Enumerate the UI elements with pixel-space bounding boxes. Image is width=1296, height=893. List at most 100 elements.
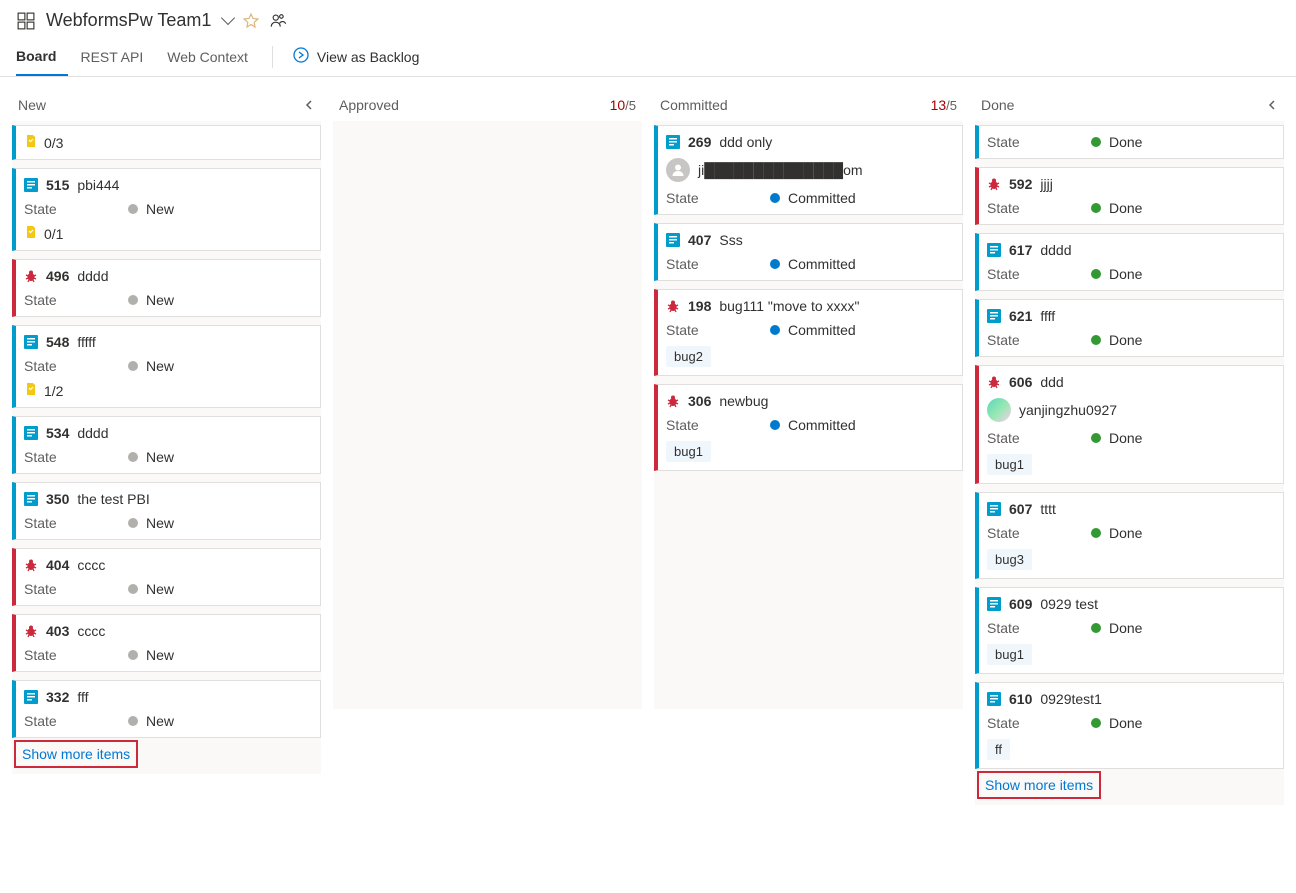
- work-item-card[interactable]: 607ttttStateDonebug3: [975, 492, 1284, 579]
- tag[interactable]: bug1: [666, 441, 711, 462]
- work-item-id: 496: [46, 268, 69, 284]
- work-item-card[interactable]: 407SssStateCommitted: [654, 223, 963, 281]
- work-item-title: jjjj: [1040, 176, 1052, 192]
- task-checklist-icon: [24, 134, 38, 151]
- state-value: Committed: [788, 322, 856, 338]
- tab-bar: Board REST API Web Context View as Backl…: [0, 37, 1296, 77]
- work-item-id: 609: [1009, 596, 1032, 612]
- work-item-id: 269: [688, 134, 711, 150]
- state-dot-icon: [128, 204, 138, 214]
- work-item-card[interactable]: 198bug111 "move to xxxx"StateCommittedbu…: [654, 289, 963, 376]
- work-item-card[interactable]: 609 0929 test StateDone bug1: [975, 587, 1284, 674]
- favorite-star-icon[interactable]: [243, 13, 259, 29]
- work-item-title: newbug: [719, 393, 768, 409]
- tag[interactable]: bug3: [987, 549, 1032, 570]
- show-more-new[interactable]: Show more items: [16, 742, 136, 766]
- work-item-card[interactable]: StateDone: [975, 125, 1284, 159]
- work-item-card[interactable]: 269ddd onlyji██████████████omStateCommit…: [654, 125, 963, 215]
- state-row: StateDone: [987, 332, 1273, 348]
- work-item-title: the test PBI: [77, 491, 149, 507]
- tasks-rollup[interactable]: 0/1: [24, 225, 310, 242]
- state-dot-icon: [1091, 137, 1101, 147]
- column-title: Committed: [660, 97, 728, 113]
- work-item-id: 606: [1009, 374, 1032, 390]
- work-item-card[interactable]: 548fffffStateNew1/2: [12, 325, 321, 408]
- team-icon: [16, 11, 36, 31]
- state-row: StateNew: [24, 449, 310, 465]
- state-row: StateDone: [987, 620, 1273, 636]
- work-item-card[interactable]: 534ddddStateNew: [12, 416, 321, 474]
- work-item-card[interactable]: 6100929test1StateDoneff: [975, 682, 1284, 769]
- work-item-title: bug111 "move to xxxx": [719, 298, 859, 314]
- chevron-down-icon[interactable]: [221, 10, 235, 24]
- state-value: Committed: [788, 256, 856, 272]
- state-value: Done: [1109, 430, 1142, 446]
- work-item-card[interactable]: 617ddddStateDone: [975, 233, 1284, 291]
- tasks-rollup[interactable]: 0/3: [24, 134, 310, 151]
- card-title-row: 592jjjj: [987, 176, 1273, 192]
- work-item-card[interactable]: 515pbi444StateNew0/1: [12, 168, 321, 251]
- tab-rest-api[interactable]: REST API: [80, 39, 155, 75]
- card-title-row: 496dddd: [24, 268, 310, 284]
- tag[interactable]: bug1: [987, 454, 1032, 475]
- work-item-card[interactable]: 496dddd State New: [12, 259, 321, 317]
- work-item-title: 0929 test: [1040, 596, 1098, 612]
- view-as-backlog-label: View as Backlog: [317, 49, 419, 65]
- work-item-id: 548: [46, 334, 69, 350]
- work-item-title: ddd only: [719, 134, 772, 150]
- state-label: State: [987, 525, 1083, 541]
- wip-count: 10: [610, 97, 626, 113]
- work-item-card[interactable]: 403cccc StateNew: [12, 614, 321, 672]
- state-row: StateDone: [987, 200, 1273, 216]
- work-item-card[interactable]: 621ffffStateDone: [975, 299, 1284, 357]
- state-row: StateCommitted: [666, 322, 952, 338]
- show-more-done[interactable]: Show more items: [979, 773, 1099, 797]
- work-item-card[interactable]: 606dddyanjingzhu0927StateDonebug1: [975, 365, 1284, 484]
- tab-web-context[interactable]: Web Context: [167, 39, 260, 75]
- tasks-rollup[interactable]: 1/2: [24, 382, 310, 399]
- pbi-icon: [24, 178, 38, 192]
- state-value: New: [146, 292, 174, 308]
- work-item-card[interactable]: 332fffStateNew: [12, 680, 321, 738]
- tab-board[interactable]: Board: [16, 38, 68, 76]
- work-item-card[interactable]: 404ccccStateNew: [12, 548, 321, 606]
- card-title-row: 407Sss: [666, 232, 952, 248]
- state-row: StateNew: [24, 647, 310, 663]
- state-value: Committed: [788, 417, 856, 433]
- state-value: Committed: [788, 190, 856, 206]
- card-title-row: 403cccc: [24, 623, 310, 639]
- state-row: StateDone: [987, 525, 1273, 541]
- column-header-new: New: [12, 89, 321, 121]
- work-item-card[interactable]: 306newbugStateCommittedbug1: [654, 384, 963, 471]
- tag[interactable]: ff: [987, 739, 1010, 760]
- team-name[interactable]: WebformsPw Team1: [46, 10, 211, 31]
- tag[interactable]: bug2: [666, 346, 711, 367]
- card-title-row: 269 ddd only: [666, 134, 952, 150]
- column-new: New 0/3515pbi444StateNew0/1496ddddStateN…: [12, 89, 321, 774]
- state-row: StateDone: [987, 134, 1273, 150]
- state-row: StateNew: [24, 713, 310, 729]
- pbi-icon: [987, 597, 1001, 611]
- state-label: State: [24, 292, 120, 308]
- work-item-card[interactable]: 592jjjj StateDone: [975, 167, 1284, 225]
- card-title-row: 617dddd: [987, 242, 1273, 258]
- assignee-row[interactable]: yanjingzhu0927: [987, 398, 1273, 422]
- view-as-backlog-button[interactable]: View as Backlog: [281, 37, 431, 76]
- pbi-icon: [987, 243, 1001, 257]
- work-item-id: 332: [46, 689, 69, 705]
- state-label: State: [987, 430, 1083, 446]
- assignee-row[interactable]: ji██████████████om: [666, 158, 952, 182]
- work-item-card[interactable]: 0/3: [12, 125, 321, 160]
- add-member-icon[interactable]: [269, 12, 287, 30]
- tags-row: bug1: [987, 644, 1273, 665]
- collapse-column-icon[interactable]: [1266, 99, 1278, 111]
- work-item-id: 404: [46, 557, 69, 573]
- state-label: State: [666, 417, 762, 433]
- collapse-column-icon[interactable]: [303, 99, 315, 111]
- arrow-right-circle-icon: [293, 47, 309, 66]
- state-label: State: [987, 715, 1083, 731]
- work-item-card[interactable]: 350the test PBIStateNew: [12, 482, 321, 540]
- tag[interactable]: bug1: [987, 644, 1032, 665]
- assignee-name: ji██████████████om: [698, 162, 863, 178]
- wip-limit: /5: [625, 98, 636, 113]
